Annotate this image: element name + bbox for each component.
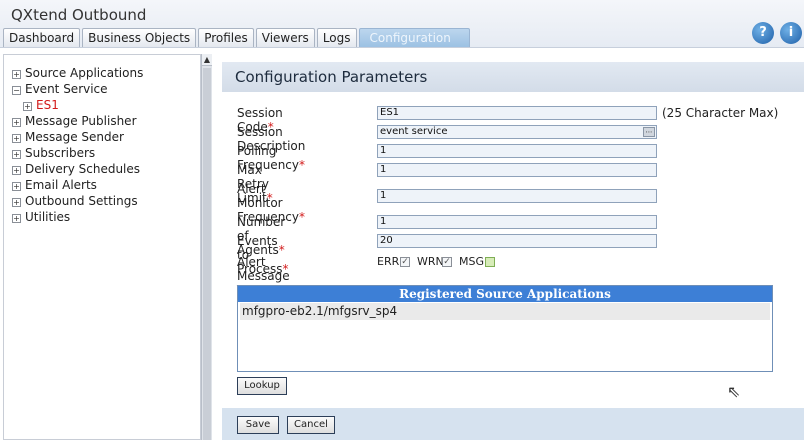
sidebar-item-delivery-schedules[interactable]: + Delivery Schedules — [12, 161, 143, 177]
expand-icon[interactable]: + — [12, 166, 21, 175]
session-description-input[interactable]: event service ⋯ — [377, 125, 657, 139]
expand-icon[interactable]: + — [12, 214, 21, 223]
tab-logs[interactable]: Logs — [316, 28, 357, 47]
sidebar-item-outbound-settings[interactable]: + Outbound Settings — [12, 193, 143, 209]
expand-text-icon[interactable]: ⋯ — [643, 127, 655, 137]
events-to-process-input[interactable]: 20 — [377, 234, 657, 248]
sidebar-item-message-publisher[interactable]: + Message Publisher — [12, 113, 143, 129]
expand-icon[interactable]: + — [23, 102, 32, 111]
cancel-button[interactable]: Cancel — [287, 416, 335, 434]
expand-icon[interactable]: + — [12, 198, 21, 207]
sidebar-item-email-alerts[interactable]: + Email Alerts — [12, 177, 143, 193]
sidebar-item-event-service[interactable]: − Event Service — [12, 81, 143, 97]
sidebar-tree-panel: + Source Applications − Event Service + ES1… — [3, 54, 201, 440]
app-title: QXtend Outbound — [11, 6, 147, 24]
page-title: Configuration Parameters — [222, 62, 804, 92]
sidebar-scrollbar[interactable]: ▲ — [201, 54, 212, 440]
scrollbar-thumb[interactable] — [203, 68, 211, 440]
session-code-hint: (25 Character Max) — [662, 106, 779, 120]
err-label: ERR — [377, 255, 400, 268]
session-description-value: event service — [380, 126, 448, 137]
tab-configuration[interactable]: Configuration — [358, 28, 470, 47]
expand-icon[interactable]: + — [12, 150, 21, 159]
expand-icon[interactable]: + — [12, 70, 21, 79]
session-code-input[interactable]: ES1 — [377, 106, 657, 120]
main-tabs: Dashboard Business Objects Profiles View… — [3, 28, 472, 47]
sidebar-item-subscribers[interactable]: + Subscribers — [12, 145, 143, 161]
help-icon[interactable]: ? — [752, 22, 774, 44]
polling-frequency-input[interactable]: 1 — [377, 144, 657, 158]
msg-label: MSG — [459, 255, 484, 268]
save-button[interactable]: Save — [237, 416, 279, 434]
form-footer: Save Cancel — [222, 408, 804, 440]
wrn-label: WRN — [417, 255, 444, 268]
sidebar-item-utilities[interactable]: + Utilities — [12, 209, 143, 225]
expand-icon[interactable]: + — [12, 134, 21, 143]
max-retry-limit-input[interactable]: 1 — [377, 163, 657, 177]
mouse-cursor-icon: ⇖ — [727, 382, 741, 401]
tab-business-objects[interactable]: Business Objects — [82, 28, 197, 47]
registered-source-applications-table: Registered Source Applications mfgpro-eb… — [237, 285, 773, 372]
tab-profiles[interactable]: Profiles — [198, 28, 254, 47]
navigation-tree: + Source Applications − Event Service + ES1… — [12, 65, 143, 225]
app-header: QXtend Outbound Dashboard Business Objec… — [0, 0, 804, 48]
tab-viewers[interactable]: Viewers — [255, 28, 315, 47]
sidebar-item-es1[interactable]: + ES1 — [12, 97, 143, 113]
sidebar-item-message-sender[interactable]: + Message Sender — [12, 129, 143, 145]
table-row[interactable]: mfgpro-eb2.1/mfgsrv_sp4 — [240, 303, 770, 320]
collapse-icon[interactable]: − — [12, 86, 21, 95]
sidebar-item-source-applications[interactable]: + Source Applications — [12, 65, 143, 81]
msg-checkbox[interactable] — [485, 257, 495, 267]
err-checkbox[interactable]: ✓ — [400, 257, 410, 267]
wrn-checkbox[interactable]: ✓ — [442, 257, 452, 267]
info-icon[interactable]: i — [780, 22, 802, 44]
tab-dashboard[interactable]: Dashboard — [3, 28, 81, 47]
expand-icon[interactable]: + — [12, 118, 21, 127]
registered-table-header: Registered Source Applications — [238, 286, 772, 302]
number-of-agents-input[interactable]: 1 — [377, 215, 657, 229]
expand-icon[interactable]: + — [12, 182, 21, 191]
configuration-form: Session Code* ES1 (25 Character Max) Ses… — [222, 92, 804, 408]
scroll-up-arrow-icon[interactable]: ▲ — [202, 54, 212, 66]
alert-monitor-frequency-input[interactable]: 1 — [377, 189, 657, 203]
main-panel: Configuration Parameters Session Code* E… — [222, 62, 804, 440]
lookup-button[interactable]: Lookup — [237, 377, 287, 395]
